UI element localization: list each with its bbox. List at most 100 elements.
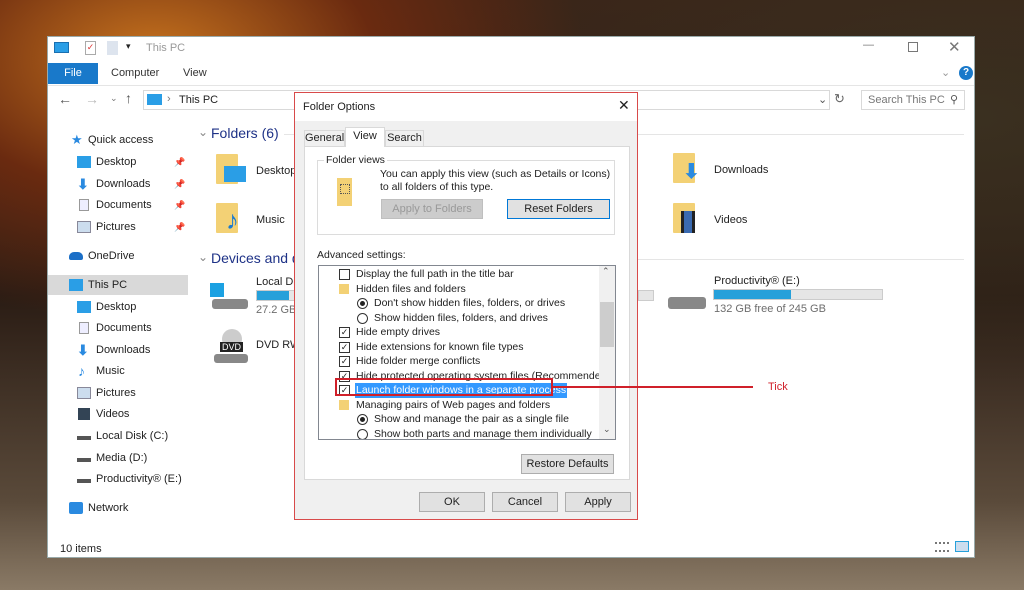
dialog-close-button[interactable]: ✕ [618,97,630,114]
breadcrumb-separator-icon: › [167,93,171,105]
folder-videos-icon[interactable] [673,203,695,233]
apply-to-folders-button[interactable]: Apply to Folders [381,199,483,219]
devices-section-header[interactable]: Devices and d [211,250,300,266]
setting-label: Hidden files and folders [356,282,466,295]
customize-toolbar-icon[interactable]: ▾ [126,41,131,52]
checkbox-checked[interactable]: ✓ [339,356,350,367]
minimize-button[interactable]: — [863,39,874,51]
recent-locations-icon[interactable]: ⌄ [110,93,118,104]
scroll-thumb[interactable] [600,302,614,347]
restore-defaults-button[interactable]: Restore Defaults [521,454,614,474]
folder-views-description: You can apply this view (such as Details… [380,168,611,193]
folder-downloads-icon[interactable]: ⬇ [673,153,700,183]
sidebar-item-label: Desktop [96,156,137,168]
drive-icon [77,436,91,440]
folder-music[interactable]: Music [256,214,285,226]
up-button[interactable]: ↑ [125,90,132,106]
checkbox-unchecked[interactable] [339,269,350,280]
pin-icon[interactable]: 📌 [174,217,185,237]
tab-label: View [353,130,377,142]
sidebar-item-label: Downloads [96,344,151,356]
sidebar-item-documents[interactable]: Documents [48,318,188,338]
expand-ribbon-icon[interactable]: ⌄ [941,66,950,79]
sidebar-item-desktop[interactable]: Desktop 📌 [48,152,188,172]
sidebar-item-downloads[interactable]: ⬇ Downloads [48,340,188,360]
folder-desktop[interactable]: Desktop [256,165,296,177]
radio-selected[interactable] [357,414,368,425]
advanced-settings-list[interactable]: Display the full path in the title bar Hi… [318,265,616,440]
properties-icon[interactable]: ✓ [85,41,96,55]
sidebar-item-documents[interactable]: Documents 📌 [48,195,188,215]
tab-general[interactable]: General [304,130,345,146]
sidebar-item-desktop[interactable]: Desktop [48,297,188,317]
drive-e-name[interactable]: Productivity® (E:) [714,275,800,287]
folder-videos[interactable]: Videos [714,214,747,226]
sidebar-item-quick-access[interactable]: ★ Quick access [48,130,188,150]
help-icon[interactable]: ? [959,66,973,80]
back-button[interactable]: ← [58,91,72,107]
devices-expand-icon[interactable]: ⌄ [198,250,208,264]
sidebar-item-pictures[interactable]: Pictures 📌 [48,217,188,237]
tab-computer[interactable]: Computer [111,63,159,84]
sidebar-item-network[interactable]: Network [48,498,188,518]
search-icon: ⚲ [949,94,958,106]
close-button[interactable]: ✕ [948,38,961,56]
pin-icon[interactable]: 📌 [174,174,185,194]
music-icon: ♪ [78,363,85,379]
sidebar-item-local-disk-c[interactable]: Local Disk (C:) [48,426,188,446]
pin-icon[interactable]: 📌 [174,195,185,215]
new-folder-icon[interactable] [107,41,118,55]
sidebar-item-onedrive[interactable]: OneDrive [48,246,188,266]
dvd-drive-icon[interactable]: DVD [212,329,252,365]
folder-desktop-icon[interactable] [216,154,246,184]
folders-section-header[interactable]: Folders (6) [211,125,279,141]
sidebar-item-pictures[interactable]: Pictures [48,383,188,403]
scroll-down-icon[interactable]: ⌄ [603,424,611,435]
sidebar-item-downloads[interactable]: ⬇ Downloads 📌 [48,174,188,194]
title-bar: ✓ ▾ This PC — ✕ [48,37,974,61]
apply-button[interactable]: Apply [565,492,631,512]
list-scrollbar[interactable]: ⌃ ⌄ [599,266,615,439]
folder-music-icon[interactable]: ♪ [216,203,239,235]
sidebar-item-productivity-e[interactable]: Productivity® (E:) [48,469,188,489]
radio-selected[interactable] [357,298,368,309]
sidebar-item-media-d[interactable]: Media (D:) [48,448,188,468]
folder-downloads[interactable]: Downloads [714,164,768,176]
checkbox-checked[interactable]: ✓ [339,341,350,353]
search-input[interactable]: Search This PC ⚲ [861,90,965,110]
large-icons-view-icon[interactable] [955,541,969,552]
checkbox-checked[interactable]: ✓ [339,327,350,338]
local-disk-icon[interactable] [210,283,250,311]
tab-file[interactable]: File [48,63,98,84]
scroll-up-icon[interactable]: ⌃ [602,266,610,277]
drive-c-name[interactable]: Local Di [256,276,296,288]
sidebar-item-label: This PC [88,279,128,291]
ribbon-tabs: File Computer View ⌄ ? [48,63,974,85]
details-view-icon[interactable] [935,542,949,552]
setting-label: Hide empty drives [356,326,441,338]
breadcrumb[interactable]: This PC [179,94,218,106]
maximize-button[interactable] [908,42,918,52]
tab-view[interactable]: View [183,63,207,84]
tab-view[interactable]: View [345,127,385,147]
productivity-drive-icon[interactable] [668,297,706,309]
forward-button[interactable]: → [85,91,99,107]
reset-folders-button[interactable]: Reset Folders [507,199,610,219]
drive-e-free: 132 GB free of 245 GB [714,303,826,315]
desktop-icon [77,301,91,313]
partial-drive-bar [638,290,654,301]
pin-icon[interactable]: 📌 [174,152,185,172]
address-dropdown-icon[interactable]: ⌄ [818,93,827,106]
folders-expand-icon[interactable]: ⌄ [198,125,208,139]
cancel-button[interactable]: Cancel [492,492,558,512]
sidebar-item-music[interactable]: ♪ Music [48,361,188,381]
search-placeholder: Search This PC [868,94,945,106]
sidebar-item-label: Videos [96,408,130,420]
ok-button[interactable]: OK [419,492,485,512]
sidebar-item-videos[interactable]: Videos [48,404,188,424]
radio-unselected[interactable] [357,312,368,324]
refresh-button[interactable]: ↻ [834,91,845,107]
radio-unselected[interactable] [357,428,368,439]
sidebar-item-this-pc[interactable]: This PC [48,275,188,295]
tab-search[interactable]: Search [385,130,424,146]
